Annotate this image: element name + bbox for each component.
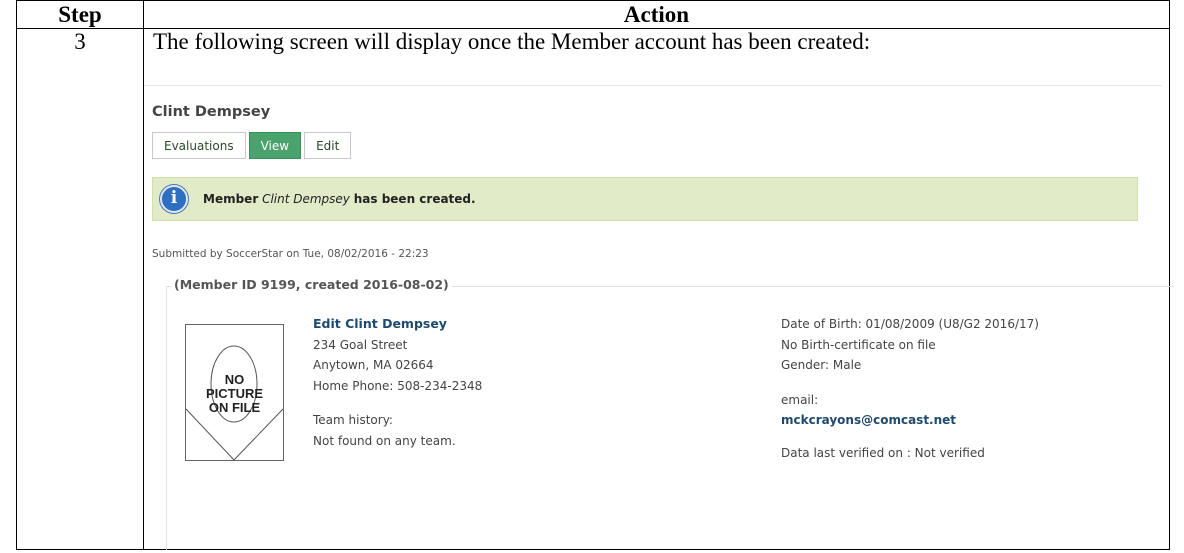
tab-edit[interactable]: Edit xyxy=(304,132,352,159)
team-history-value: Not found on any team. xyxy=(313,433,456,448)
info-icon: i xyxy=(160,185,188,213)
status-message: i Member Clint Dempsey has been created. xyxy=(152,177,1138,221)
action-cell: The following screen will display once t… xyxy=(143,28,1174,551)
step-header: Step xyxy=(16,0,144,29)
instruction-text: The following screen will display once t… xyxy=(153,29,871,54)
no-picture-line-3: ON FILE xyxy=(208,400,261,415)
procedure-table: Step Action 3 The following screen will … xyxy=(16,0,1174,551)
embedded-screenshot: Clint Dempsey Evaluations View Edit i Me… xyxy=(144,85,1174,551)
member-id-legend: (Member ID 9199, created 2016-08-02) xyxy=(171,277,452,292)
gender: Gender: Male xyxy=(781,358,862,372)
message-member-name: Clint Dempsey xyxy=(262,192,350,206)
address-line-2: Anytown, MA 02664 xyxy=(313,358,434,372)
team-history-label: Team history: xyxy=(313,413,393,427)
message-prefix: Member xyxy=(203,192,259,206)
member-personal-info: Date of Birth: 01/08/2009 (U8/G2 2016/17… xyxy=(781,314,1039,463)
tab-bar: Evaluations View Edit xyxy=(152,132,354,159)
submitted-info: Submitted by SoccerStar on Tue, 08/02/20… xyxy=(152,248,429,260)
birth-certificate-status: No Birth-certificate on file xyxy=(781,337,936,352)
no-picture-line-1: NO xyxy=(224,372,245,387)
member-details-fieldset: (Member ID 9199, created 2016-08-02) NO … xyxy=(166,277,1174,550)
divider xyxy=(144,85,1162,86)
date-of-birth: Date of Birth: 01/08/2009 (U8/G2 2016/17… xyxy=(781,317,1039,331)
page-title: Clint Dempsey xyxy=(152,104,271,120)
tab-evaluations[interactable]: Evaluations xyxy=(152,132,246,159)
email-label: email: xyxy=(781,392,819,407)
home-phone: Home Phone: 508-234-2348 xyxy=(313,378,483,393)
step-number: 3 xyxy=(16,28,144,550)
message-suffix: has been created. xyxy=(353,192,476,206)
no-picture-placeholder: NO PICTURE ON FILE xyxy=(185,324,284,461)
member-contact-info: Edit Clint Dempsey 234 Goal Street Anyto… xyxy=(313,314,482,451)
address-line-1: 234 Goal Street xyxy=(313,337,408,352)
email-link[interactable]: mckcrayons@comcast.net xyxy=(781,410,1039,431)
edit-member-link[interactable]: Edit Clint Dempsey xyxy=(313,314,482,335)
no-picture-line-2: PICTURE xyxy=(205,386,264,401)
no-picture-text: NO PICTURE ON FILE xyxy=(186,373,283,415)
status-message-text: Member Clint Dempsey has been created. xyxy=(203,192,476,206)
tab-view[interactable]: View xyxy=(248,132,302,159)
verification-status: Data last verified on : Not verified xyxy=(781,445,985,460)
action-header: Action xyxy=(143,0,1170,29)
